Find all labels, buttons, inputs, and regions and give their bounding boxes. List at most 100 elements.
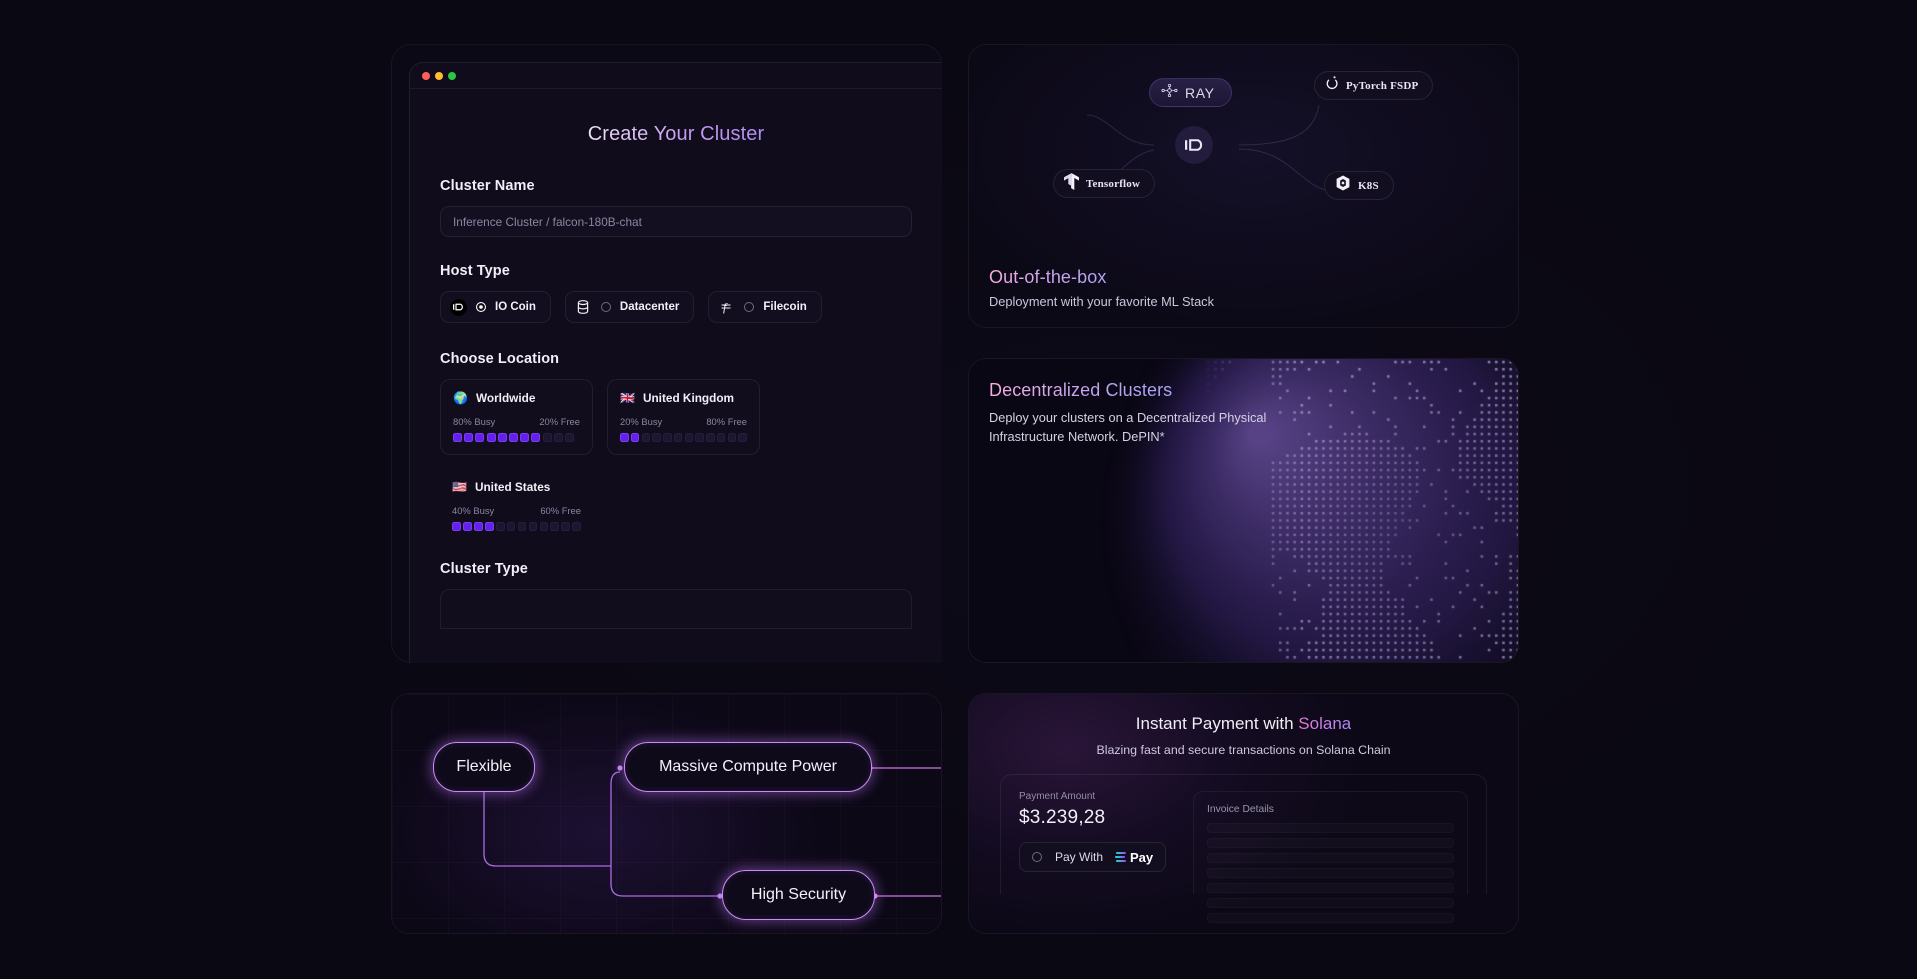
ml-node-ray[interactable]: RAY [1149, 78, 1232, 107]
page-root: Create Your Cluster Cluster Name Inferen… [0, 0, 1917, 979]
svg-text:f: f [723, 300, 728, 314]
flag-uk-icon: 🇬🇧 [620, 391, 635, 405]
location-busy: 80% Busy [453, 416, 496, 427]
solana-title: Instant Payment with Solana [993, 714, 1494, 734]
location-card-united-kingdom[interactable]: 🇬🇧 United Kingdom 20% Busy 80% Free [607, 379, 760, 455]
browser-window-mock: Create Your Cluster Cluster Name Inferen… [409, 62, 942, 663]
ionet-logo-icon [1175, 126, 1213, 164]
solana-title-accent: Solana [1298, 714, 1352, 733]
window-close-dot[interactable] [422, 71, 430, 80]
usage-segment [663, 433, 672, 442]
host-type-label-datacenter: Datacenter [619, 301, 680, 313]
usage-segment [473, 522, 483, 531]
host-type-radio-datacenter[interactable] [600, 302, 611, 312]
payment-amount-label: Payment Amount [1019, 791, 1096, 802]
solana-pay-logo: Pay [1115, 849, 1154, 865]
usage-segment [727, 433, 737, 442]
ml-stack-text: Out-of-the-box Deployment with your favo… [989, 267, 1214, 309]
pytorch-icon [1325, 75, 1339, 96]
host-type-radio-filecoin[interactable] [744, 302, 755, 312]
location-card-united-states[interactable]: 🇺🇸 United States 40% Busy 60% Free [440, 469, 593, 543]
usage-segment [620, 433, 629, 442]
usage-segment [464, 433, 474, 442]
form-body: Create Your Cluster Cluster Name Inferen… [410, 89, 942, 629]
host-type-option-datacenter[interactable]: Datacenter [564, 291, 695, 323]
globe-icon: 🌍 [453, 391, 468, 405]
cluster-name-label: Cluster Name [440, 178, 535, 194]
solana-pay-word: Pay [1130, 849, 1154, 865]
feature-node-high-security[interactable]: High Security [722, 870, 875, 920]
ml-node-tensorflow[interactable]: Tensorflow [1053, 169, 1156, 198]
usage-segment [486, 433, 496, 442]
invoice-details-panel: Invoice Details [1193, 791, 1468, 894]
usage-segment [520, 433, 530, 442]
kubernetes-icon [1335, 175, 1351, 196]
browser-titlebar [410, 63, 942, 89]
location-usage-bar [452, 522, 582, 531]
location-free: 60% Free [540, 505, 581, 516]
payment-amount-value: $3.239,28 [1019, 807, 1106, 828]
cluster-type-label: Cluster Type [440, 561, 528, 577]
usage-segment [673, 433, 683, 442]
ml-node-label: Tensorflow [1086, 177, 1141, 190]
location-header: 🌍 Worldwide [453, 391, 580, 405]
ml-node-k8s[interactable]: K8S [1324, 171, 1394, 200]
host-type-option-io-coin[interactable]: IO Coin [440, 291, 551, 323]
solana-subtitle: Blazing fast and secure transactions on … [1096, 743, 1391, 757]
feature-node-massive-compute-power[interactable]: Massive Compute Power [624, 742, 872, 792]
usage-segment [641, 433, 651, 442]
cluster-type-option-partial[interactable] [440, 589, 912, 629]
ml-stack-card: RAY PyTorch FSDP Tensorflow K8S Out-of-t… [968, 44, 1519, 328]
usage-segment [508, 433, 518, 442]
invoice-skeleton-row [1207, 823, 1454, 833]
payment-panel: Payment Amount $3.239,28 Pay With Pay In… [1000, 774, 1487, 894]
host-type-options: IO Coin Datacenter f Filecoin [440, 291, 912, 323]
usage-segment [695, 433, 704, 442]
invoice-skeleton-row [1207, 913, 1454, 923]
usage-segment [553, 433, 563, 442]
pay-with-button[interactable]: Pay With Pay [1019, 842, 1167, 872]
invoice-skeleton-row [1207, 868, 1454, 878]
pay-with-radio[interactable] [1032, 852, 1042, 862]
decentralized-clusters-card: Decentralized Clusters Deploy your clust… [968, 358, 1519, 663]
cluster-name-input[interactable]: Inference Cluster / falcon-180B-chat [440, 206, 912, 237]
decentralized-text: Decentralized Clusters Deploy your clust… [989, 380, 1266, 446]
solana-title-prefix: Instant Payment with [1135, 714, 1299, 733]
location-card-worldwide[interactable]: 🌍 Worldwide 80% Busy 20% Free [440, 379, 593, 455]
window-minimize-dot[interactable] [435, 71, 443, 80]
location-cards-row1: 🌍 Worldwide 80% Busy 20% Free 🇬� [440, 379, 912, 455]
ml-stack-subtitle: Deployment with your favorite ML Stack [989, 294, 1214, 309]
location-name: Worldwide [475, 391, 536, 405]
dashboard-grid: Create Your Cluster Cluster Name Inferen… [391, 44, 1520, 934]
invoice-skeleton-row [1207, 838, 1454, 848]
location-free: 80% Free [706, 416, 747, 427]
usage-segment [564, 433, 574, 442]
host-type-option-filecoin[interactable]: f Filecoin [708, 291, 822, 323]
feature-node-flexible[interactable]: Flexible [433, 742, 535, 792]
host-type-radio-io-coin[interactable] [476, 302, 486, 312]
decentralized-title: Decentralized Clusters [989, 380, 1266, 401]
ml-node-pytorch-fsdp[interactable]: PyTorch FSDP [1314, 71, 1434, 100]
usage-segment [528, 522, 538, 531]
usage-segment [453, 433, 462, 442]
usage-segment [706, 433, 715, 442]
usage-segment [462, 522, 472, 531]
decentralized-subtitle-line2: Infrastructure Network. DePIN* [989, 428, 1165, 444]
location-name: United States [474, 480, 551, 494]
flag-us-icon: 🇺🇸 [452, 480, 467, 494]
invoice-skeleton-row [1207, 898, 1454, 908]
usage-segment [539, 522, 549, 531]
location-busy: 20% Busy [620, 416, 663, 427]
usage-segment [561, 522, 571, 531]
feature-nodes-card: Flexible Massive Compute Power High Secu… [391, 693, 942, 934]
pay-with-label: Pay With [1055, 850, 1104, 864]
usage-segment [484, 522, 494, 531]
location-stats: 80% Busy 20% Free [453, 416, 580, 427]
feature-node-label: High Security [750, 886, 847, 903]
usage-segment [517, 522, 527, 531]
ml-stack-connectors [1083, 104, 1330, 194]
location-usage-bar [620, 433, 747, 442]
window-maximize-dot[interactable] [448, 71, 456, 80]
location-header: 🇺🇸 United States [452, 480, 581, 494]
location-name: United Kingdom [642, 391, 735, 405]
